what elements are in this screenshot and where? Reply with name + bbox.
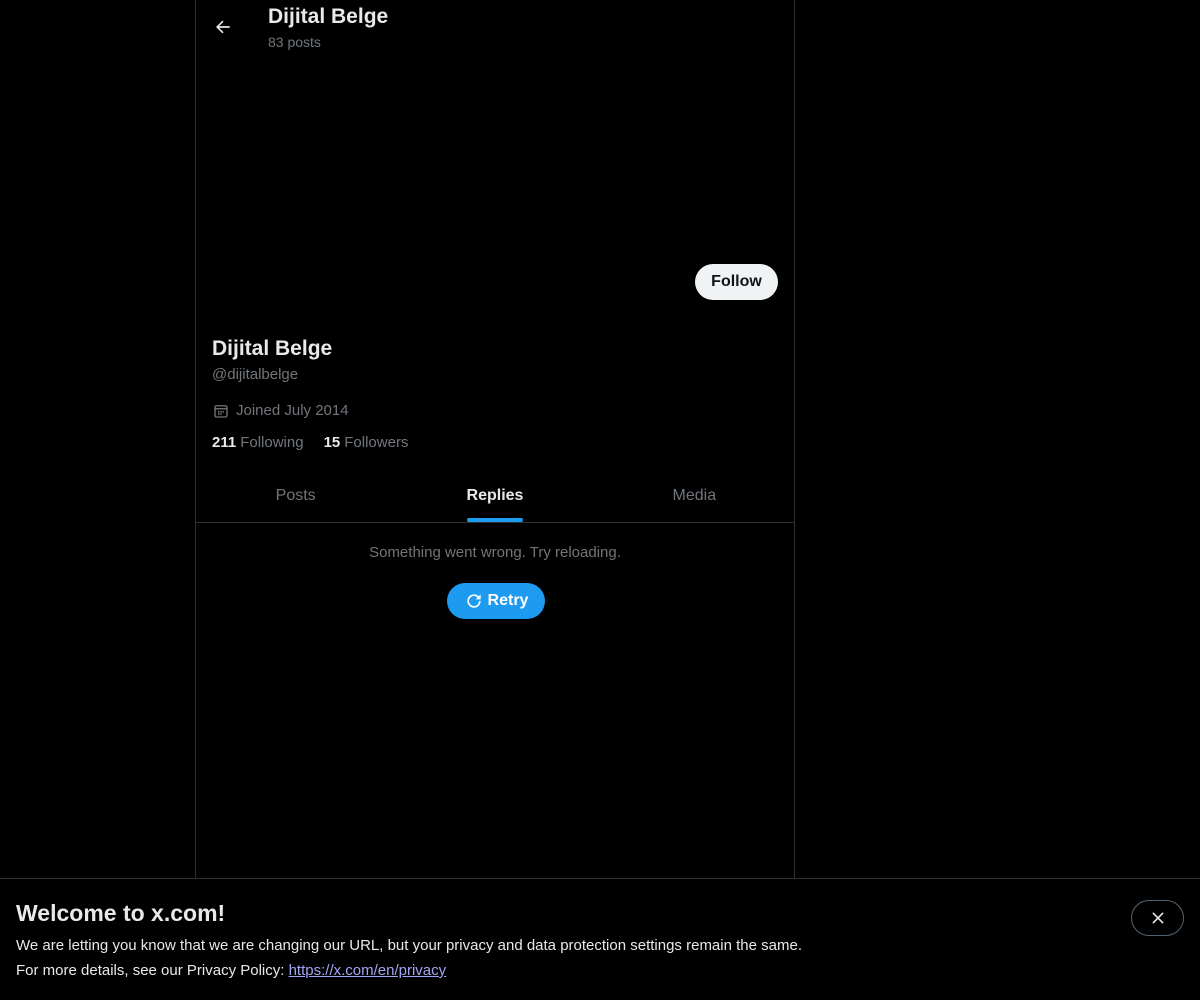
retry-label: Retry <box>487 592 529 609</box>
profile-column: Dijital Belge 83 posts Follow Dijital Be… <box>195 0 795 1000</box>
close-icon <box>1152 912 1163 924</box>
profile-stats: 211 Following 15 Followers <box>212 433 408 453</box>
tab-media-label: Media <box>672 487 717 504</box>
banner-message: We are letting you know that we are chan… <box>16 937 802 954</box>
tab-posts[interactable]: Posts <box>196 470 395 522</box>
retry-button[interactable]: Retry <box>447 583 545 619</box>
error-message: Something went wrong. Try reloading. <box>369 544 621 561</box>
joined-text: Joined July 2014 <box>236 402 349 419</box>
back-button[interactable] <box>206 10 240 44</box>
followers-label: Followers <box>344 434 409 451</box>
joined-date: Joined July 2014 <box>212 401 349 421</box>
following-label: Following <box>240 434 304 451</box>
follow-button[interactable]: Follow <box>695 264 778 300</box>
tab-replies[interactable]: Replies <box>395 470 594 522</box>
banner-close-button[interactable] <box>1131 900 1184 936</box>
welcome-banner: Welcome to x.com! We are letting you kno… <box>0 878 1200 1000</box>
following-count: 211 <box>212 434 237 451</box>
banner-privacy-line: For more details, see our Privacy Policy… <box>16 961 446 981</box>
tab-replies-label: Replies <box>466 487 524 504</box>
active-tab-indicator <box>466 518 523 522</box>
banner-title: Welcome to x.com! <box>16 900 226 926</box>
calendar-icon <box>214 405 228 418</box>
privacy-policy-link[interactable]: https://x.com/en/privacy <box>289 962 447 979</box>
followers-count: 15 <box>323 434 341 451</box>
profile-tabs: Posts Replies Media <box>196 470 794 523</box>
refresh-icon <box>466 594 481 608</box>
header-title: Dijital Belge <box>268 5 389 28</box>
banner-privacy-prefix: For more details, see our Privacy Policy… <box>16 962 289 979</box>
arrow-left-icon <box>216 20 230 34</box>
tab-posts-label: Posts <box>275 487 316 504</box>
post-count: 83 posts <box>268 34 321 50</box>
following-link[interactable]: 211 Following <box>212 433 304 453</box>
followers-link[interactable]: 15 Followers <box>324 433 409 453</box>
display-name: Dijital Belge <box>212 337 333 360</box>
user-handle: @dijitalbelge <box>212 366 299 383</box>
tab-media[interactable]: Media <box>595 470 794 522</box>
